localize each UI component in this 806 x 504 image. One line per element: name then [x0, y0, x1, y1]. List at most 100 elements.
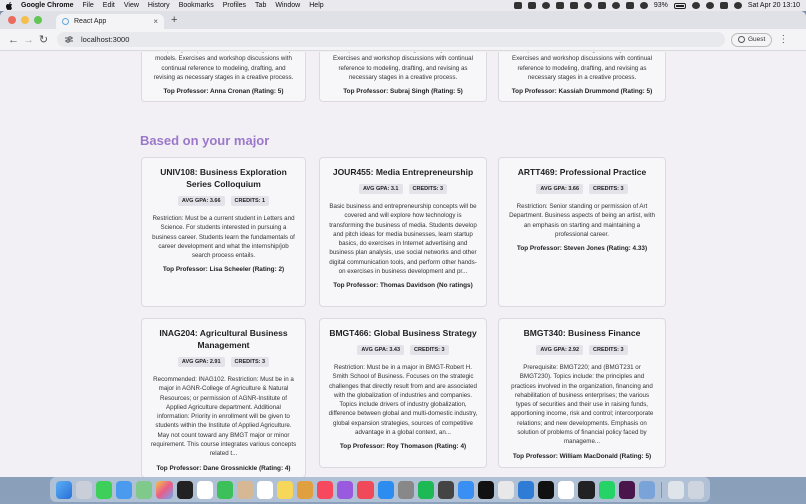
menu-app-name[interactable]: Google Chrome — [21, 2, 74, 9]
system-settings-icon[interactable] — [397, 480, 414, 499]
course-description: Emphasis on critical reading of literary… — [512, 52, 652, 81]
siri-icon[interactable] — [733, 2, 742, 9]
battery-icon[interactable] — [673, 2, 686, 9]
credits-badge: CREDITS: 1 — [230, 196, 270, 206]
close-window-button[interactable] — [8, 16, 16, 24]
messages-icon[interactable] — [96, 480, 113, 499]
downloads-icon[interactable] — [667, 480, 684, 499]
menu-tab[interactable]: Tab — [255, 2, 266, 9]
window-controls — [8, 11, 42, 29]
course-top-professor: Top Professor: Thomas Davidson (No ratin… — [333, 282, 473, 290]
zoom-window-button[interactable] — [34, 16, 42, 24]
launchpad-icon[interactable] — [76, 480, 93, 499]
notion-icon[interactable] — [558, 480, 575, 499]
course-description: Emphasis on critical reading of literary… — [333, 52, 473, 81]
avg-gpa-badge: AVG GPA: 2.91 — [177, 357, 225, 367]
contacts-icon[interactable] — [236, 480, 253, 499]
whatsapp-icon[interactable] — [598, 480, 615, 499]
r-studio-icon[interactable] — [638, 480, 655, 499]
status-icon-2[interactable] — [527, 2, 536, 9]
more-options-icon[interactable]: ⋮ — [778, 34, 788, 45]
course-card[interactable]: JOUR455: Media Entrepreneurship AVG GPA:… — [319, 157, 487, 307]
course-card[interactable]: INAG204: Agricultural Business Managemen… — [141, 318, 306, 477]
calendar-icon[interactable] — [196, 480, 213, 499]
tv-icon[interactable] — [176, 480, 193, 499]
photos-icon[interactable] — [156, 480, 173, 499]
mail-icon[interactable] — [116, 480, 133, 499]
finder-icon[interactable] — [56, 480, 73, 499]
music-icon[interactable] — [317, 480, 334, 499]
menu-window[interactable]: Window — [275, 2, 300, 9]
menu-file[interactable]: File — [83, 2, 94, 9]
pycharm-icon[interactable] — [538, 480, 555, 499]
course-card[interactable]: and poetry. Emphasis on critical reading… — [141, 52, 306, 102]
course-top-professor: Top Professor: Kassiah Drummond (Rating:… — [511, 88, 653, 96]
browser-window: React App × + ← → ↻ localhost:3000 Guest… — [0, 11, 806, 477]
search-icon[interactable] — [705, 2, 714, 9]
site-info-icon[interactable] — [65, 36, 73, 43]
app-store-icon[interactable] — [377, 480, 394, 499]
status-icon-3[interactable] — [541, 2, 550, 9]
podcasts-icon[interactable] — [337, 480, 354, 499]
back-arrow-icon[interactable]: ← — [6, 34, 21, 46]
maps-icon[interactable] — [136, 480, 153, 499]
notes-icon[interactable] — [277, 480, 294, 499]
status-icon-9[interactable] — [625, 2, 634, 9]
status-icon-7[interactable] — [597, 2, 606, 9]
course-top-professor: Top Professor: Lisa Scheeler (Rating: 2) — [162, 266, 285, 274]
course-card[interactable]: BMGT340: Business Finance AVG GPA: 2.92 … — [498, 318, 666, 468]
person-icon — [738, 36, 745, 43]
avg-gpa-badge: AVG GPA: 3.43 — [357, 345, 405, 355]
macos-dock — [50, 477, 710, 502]
app-icon[interactable] — [578, 480, 595, 499]
course-title: JOUR455: Media Entrepreneurship — [332, 167, 474, 177]
minimize-window-button[interactable] — [21, 16, 29, 24]
menu-view[interactable]: View — [124, 2, 139, 9]
menu-edit[interactable]: Edit — [103, 2, 115, 9]
course-card[interactable]: Emphasis on critical reading of literary… — [319, 52, 487, 102]
slack-icon[interactable] — [618, 480, 635, 499]
terminal-icon[interactable] — [477, 480, 495, 499]
menu-profiles[interactable]: Profiles — [223, 2, 246, 9]
course-card[interactable]: ARTT469: Professional Practice AVG GPA: … — [498, 157, 666, 307]
tab-react-app[interactable]: React App × — [56, 14, 164, 29]
new-tab-button[interactable]: + — [171, 13, 177, 29]
course-card[interactable]: UNIV108: Business Exploration Series Col… — [141, 157, 306, 307]
status-icon-8[interactable] — [611, 2, 620, 9]
menu-history[interactable]: History — [148, 2, 170, 9]
chrome-icon[interactable] — [498, 480, 515, 499]
trash-icon[interactable] — [687, 480, 704, 499]
control-center-icon[interactable] — [719, 2, 728, 9]
course-card[interactable]: BMGT466: Global Business Strategy AVG GP… — [319, 318, 487, 468]
facetime-icon[interactable] — [216, 480, 233, 499]
credits-badge: CREDITS: 3 — [410, 345, 449, 355]
status-icon-4[interactable] — [555, 2, 564, 9]
status-icon-5[interactable] — [569, 2, 578, 9]
address-bar[interactable]: localhost:3000 — [57, 32, 725, 47]
books-icon[interactable] — [297, 480, 314, 499]
course-description: Restriction: Must be in a major in BMGT-… — [328, 364, 478, 437]
close-tab-icon[interactable]: × — [153, 17, 158, 26]
forward-arrow-icon[interactable]: → — [21, 34, 36, 46]
url-text: localhost:3000 — [81, 35, 130, 44]
apple-icon[interactable] — [6, 1, 14, 10]
course-description: Restriction: Senior standing or permissi… — [509, 203, 655, 238]
safari-icon[interactable] — [457, 480, 474, 499]
status-icon-1[interactable] — [513, 2, 522, 9]
vscode-icon[interactable] — [518, 480, 535, 499]
reminders-icon[interactable] — [256, 480, 274, 499]
activity-icon[interactable] — [437, 480, 454, 499]
menubar-clock[interactable]: Sat Apr 20 13:10 — [748, 2, 800, 9]
wifi-icon[interactable] — [691, 2, 700, 9]
reload-icon[interactable]: ↻ — [36, 33, 51, 46]
menu-bookmarks[interactable]: Bookmarks — [179, 2, 214, 9]
macos-menubar: Google Chrome File Edit View History Boo… — [0, 0, 806, 11]
menu-help[interactable]: Help — [309, 2, 323, 9]
status-icon-6[interactable] — [583, 2, 592, 9]
status-icon-10[interactable] — [639, 2, 648, 9]
course-card[interactable]: Emphasis on critical reading of literary… — [498, 52, 666, 102]
spotify-icon[interactable] — [417, 480, 434, 499]
news-icon[interactable] — [357, 480, 374, 499]
profile-button[interactable]: Guest — [731, 32, 773, 47]
status-area: 93% Sat Apr 20 13:10 — [513, 2, 800, 9]
